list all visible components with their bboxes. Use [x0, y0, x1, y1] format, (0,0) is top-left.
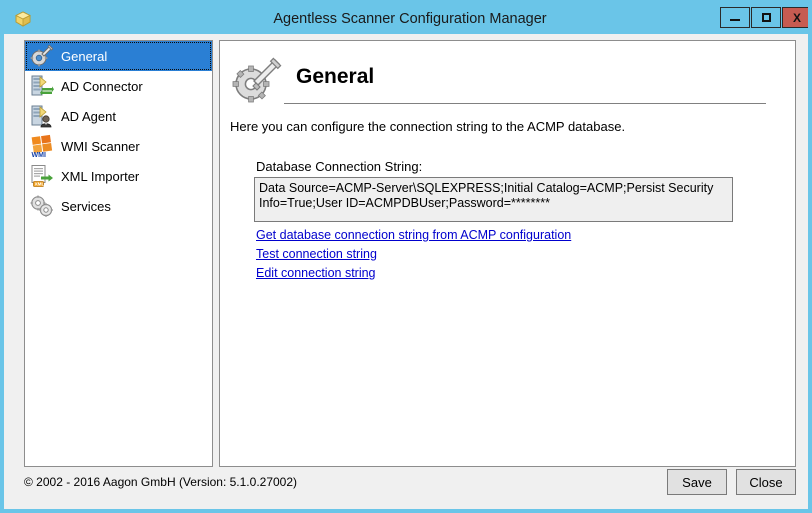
connection-string-label: Database Connection String:	[256, 159, 423, 174]
minimize-button[interactable]	[720, 7, 750, 28]
connection-string-input[interactable]: Data Source=ACMP-Server\SQLEXPRESS;Initi…	[254, 177, 733, 222]
close-button[interactable]: X	[782, 7, 808, 28]
get-connection-string-link[interactable]: Get database connection string from ACMP…	[256, 228, 571, 242]
close-icon: X	[792, 10, 801, 25]
sidebar-item-wmi-scanner[interactable]: WMI WMI Scanner	[25, 131, 212, 161]
sidebar-item-label: AD Connector	[61, 78, 143, 94]
page-title: General	[296, 65, 375, 88]
gear-wrench-large-icon	[232, 55, 282, 105]
sidebar-item-label: WMI Scanner	[61, 138, 140, 154]
windows-wmi-icon: WMI	[30, 134, 54, 159]
svg-text:WMI: WMI	[32, 152, 46, 158]
content-panel: General Here you can configure the conne…	[219, 40, 796, 467]
sidebar-item-general[interactable]: General	[25, 41, 212, 71]
title-bar: Agentless Scanner Configuration Manager …	[4, 4, 808, 34]
server-sync-icon	[30, 74, 54, 98]
maximize-icon	[761, 13, 771, 22]
minimize-icon	[730, 19, 740, 21]
sidebar-item-label: Services	[61, 198, 111, 214]
document-xml-arrow-icon: XML	[30, 164, 54, 188]
sidebar-item-label: XML Importer	[61, 168, 140, 184]
maximize-button[interactable]	[751, 7, 781, 28]
edit-connection-string-link[interactable]: Edit connection string	[256, 266, 376, 280]
sidebar-item-ad-connector[interactable]: AD Connector	[25, 71, 212, 101]
sidebar-item-ad-agent[interactable]: AD Agent	[25, 101, 212, 131]
window-title: Agentless Scanner Configuration Manager	[273, 11, 547, 27]
svg-text:XML: XML	[35, 182, 45, 187]
header-divider	[284, 103, 766, 104]
sidebar-item-label: AD Agent	[61, 108, 116, 124]
panel-header: General	[232, 55, 374, 105]
panel-description: Here you can configure the connection st…	[230, 119, 626, 134]
navigation-sidebar: General AD Connector AD Agent WMI WMI Sc…	[24, 40, 213, 467]
client-area: General AD Connector AD Agent WMI WMI Sc…	[8, 34, 808, 509]
sidebar-item-xml-importer[interactable]: XML XML Importer	[25, 161, 212, 191]
sidebar-item-label: General	[61, 48, 108, 64]
close-dialog-button[interactable]: Close	[736, 469, 796, 495]
gear-wrench-icon	[30, 44, 54, 68]
sidebar-item-services[interactable]: Services	[25, 191, 212, 221]
application-window: Agentless Scanner Configuration Manager …	[0, 0, 812, 513]
window-controls: X	[720, 7, 808, 28]
copyright-text: © 2002 - 2016 Aagon GmbH (Version: 5.1.0…	[24, 475, 298, 489]
server-user-icon	[30, 104, 54, 128]
save-button[interactable]: Save	[667, 469, 727, 495]
two-gears-icon	[30, 194, 54, 218]
test-connection-string-link[interactable]: Test connection string	[256, 247, 377, 261]
footer-buttons: Save Close	[667, 469, 796, 495]
